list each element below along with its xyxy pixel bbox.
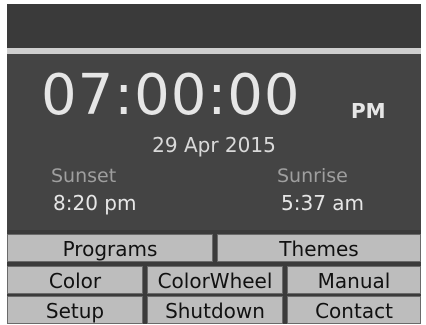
sunset-label: Sunset: [51, 165, 117, 187]
shutdown-button[interactable]: Shutdown: [147, 296, 283, 324]
contact-button[interactable]: Contact: [287, 296, 421, 324]
ampm-indicator: PM: [351, 99, 386, 123]
color-button[interactable]: Color: [7, 266, 143, 294]
sunrise-time: 5:37 am: [281, 191, 365, 215]
sunset-time: 8:20 pm: [53, 191, 137, 215]
sunrise-label: Sunrise: [277, 165, 348, 187]
date-display: 29 Apr 2015: [152, 133, 276, 157]
device-frame: 07:00:00 PM 29 Apr 2015 Sunset Sunrise 8…: [7, 4, 421, 324]
setup-button[interactable]: Setup: [7, 296, 143, 324]
programs-button[interactable]: Programs: [7, 234, 213, 262]
themes-button[interactable]: Themes: [217, 234, 421, 262]
manual-button[interactable]: Manual: [287, 266, 421, 294]
time-display: 07:00:00: [41, 63, 301, 128]
clock-panel: 07:00:00 PM 29 Apr 2015 Sunset Sunrise 8…: [7, 54, 421, 230]
top-bar: [7, 4, 421, 48]
colorwheel-button[interactable]: ColorWheel: [147, 266, 283, 294]
